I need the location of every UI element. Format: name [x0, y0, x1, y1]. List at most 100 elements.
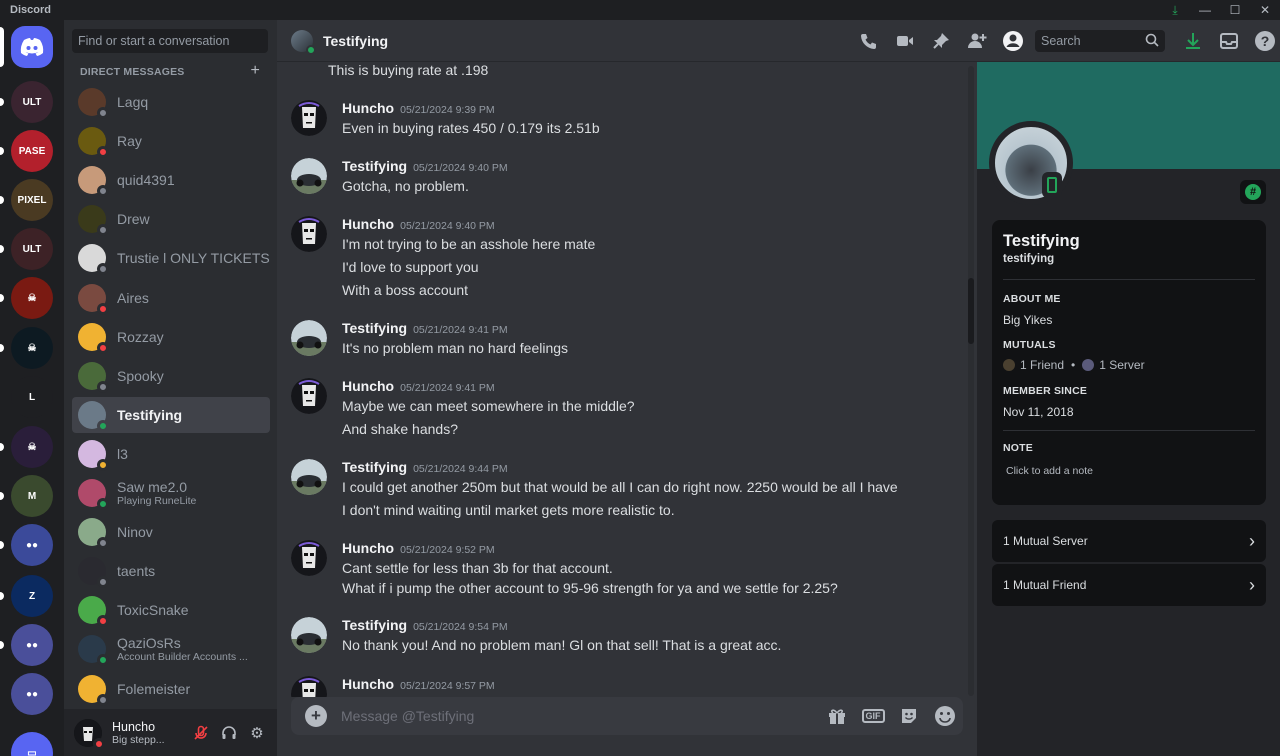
- avatar[interactable]: [291, 378, 327, 414]
- message-group: Huncho 05/21/2024 9:40 PM I'm not trying t…: [291, 216, 951, 298]
- server-icon[interactable]: L: [11, 376, 53, 418]
- dm-item[interactable]: Ray: [72, 123, 270, 159]
- server-icon[interactable]: ULT: [11, 81, 53, 123]
- server-icon[interactable]: ☠: [11, 426, 53, 468]
- pinned-messages-icon[interactable]: [923, 20, 959, 62]
- dm-item[interactable]: taents: [72, 553, 270, 589]
- upload-plus-icon[interactable]: +: [305, 705, 327, 727]
- create-dm-icon[interactable]: +: [250, 62, 260, 80]
- server-icon[interactable]: PASE: [11, 130, 53, 172]
- settings-gear-icon[interactable]: ⚙: [243, 719, 271, 747]
- server-icon[interactable]: M: [11, 475, 53, 517]
- dm-name: l3: [117, 445, 128, 462]
- avatar[interactable]: [291, 459, 327, 495]
- mute-mic-icon[interactable]: [187, 719, 215, 747]
- avatar[interactable]: [291, 320, 327, 356]
- server-icon[interactable]: PIXEL: [11, 179, 53, 221]
- minimize-icon[interactable]: —: [1190, 0, 1220, 20]
- download-apps-icon[interactable]: [1175, 20, 1211, 62]
- avatar[interactable]: [291, 676, 327, 697]
- avatar[interactable]: [291, 158, 327, 194]
- unread-indicator: [0, 541, 4, 549]
- message-author[interactable]: Huncho: [342, 540, 394, 556]
- server-icon[interactable]: ●●: [11, 524, 53, 566]
- server-icon[interactable]: ●●: [11, 624, 53, 666]
- server-icon-label: Z: [28, 590, 36, 602]
- dm-item[interactable]: Folemeister: [72, 671, 270, 707]
- message-input[interactable]: Message @Testifying: [341, 708, 819, 724]
- dm-item[interactable]: Trustie l ONLY TICKETS: [72, 240, 270, 276]
- mutual-servers-button[interactable]: 1 Mutual Server ›: [992, 520, 1266, 562]
- dm-item[interactable]: Rozzay: [72, 319, 270, 355]
- download-icon[interactable]: ⤓: [1160, 0, 1190, 20]
- dm-item[interactable]: Lagq: [72, 84, 270, 120]
- dm-search-input[interactable]: Find or start a conversation: [72, 29, 268, 53]
- avatar[interactable]: [74, 718, 105, 750]
- message-author[interactable]: Testifying: [342, 617, 407, 633]
- mutual-friends-count[interactable]: 1 Friend: [1020, 358, 1064, 372]
- message-author[interactable]: Huncho: [342, 100, 394, 116]
- sticker-icon[interactable]: [891, 697, 927, 735]
- mutual-friends-button[interactable]: 1 Mutual Friend ›: [992, 564, 1266, 606]
- dm-item[interactable]: Testifying: [72, 396, 270, 433]
- status-dot: [97, 537, 109, 550]
- message-text: What if i pump the other account to 95-9…: [342, 580, 838, 596]
- message-scrollbar[interactable]: [968, 66, 974, 696]
- add-friends-to-dm-icon[interactable]: [959, 20, 995, 62]
- message-author[interactable]: Testifying: [342, 320, 407, 336]
- server-icon-label: ULT: [22, 243, 42, 255]
- close-icon[interactable]: ✕: [1250, 0, 1280, 20]
- profile-badge[interactable]: #: [1240, 180, 1266, 204]
- emoji-icon[interactable]: [927, 697, 963, 735]
- message-text: I could get another 250m but that would …: [342, 479, 898, 495]
- unread-indicator: [0, 443, 4, 451]
- home-discord-icon[interactable]: [11, 26, 53, 68]
- server-icon[interactable]: ☠: [11, 327, 53, 369]
- avatar[interactable]: [291, 617, 327, 653]
- dm-name: Testifying: [117, 406, 183, 423]
- maximize-icon[interactable]: ☐: [1220, 0, 1250, 20]
- dm-item[interactable]: Aires: [72, 280, 270, 316]
- scrollbar-thumb[interactable]: [968, 278, 974, 344]
- server-icon-label: ●●: [25, 639, 39, 651]
- divider: [1003, 430, 1255, 431]
- dm-item[interactable]: QaziOsRs Account Builder Accounts ...: [72, 631, 270, 667]
- message-author[interactable]: Testifying: [342, 158, 407, 174]
- dm-sidebar: Find or start a conversation DIRECT MESS…: [64, 20, 277, 756]
- dm-item[interactable]: Saw me2.0 Playing RuneLite: [72, 475, 270, 511]
- video-call-icon[interactable]: [887, 20, 923, 62]
- server-icon[interactable]: Z: [11, 575, 53, 617]
- gif-icon[interactable]: GIF: [855, 697, 891, 735]
- message-author[interactable]: Huncho: [342, 378, 394, 394]
- user-custom-status: Big stepp...: [112, 733, 165, 746]
- inbox-icon[interactable]: [1211, 20, 1247, 62]
- user-profile-icon[interactable]: [995, 20, 1031, 62]
- dm-item[interactable]: ToxicSnake: [72, 592, 270, 628]
- dm-item[interactable]: Spooky: [72, 358, 270, 394]
- avatar: [78, 518, 109, 550]
- avatar[interactable]: [291, 216, 327, 252]
- voice-call-icon[interactable]: [851, 20, 887, 62]
- dm-item[interactable]: quid4391: [72, 162, 270, 198]
- search-input[interactable]: Search: [1035, 30, 1165, 52]
- avatar[interactable]: [291, 100, 327, 136]
- mutual-servers-count[interactable]: 1 Server: [1099, 358, 1144, 372]
- dm-item[interactable]: Ninov: [72, 514, 270, 550]
- message-author[interactable]: Huncho: [342, 216, 394, 232]
- avatar: [78, 596, 109, 628]
- message-author[interactable]: Huncho: [342, 676, 394, 692]
- dm-item[interactable]: Drew: [72, 201, 270, 237]
- server-icon[interactable]: ULT: [11, 228, 53, 270]
- server-icon[interactable]: ▭: [11, 732, 53, 756]
- avatar[interactable]: [291, 540, 327, 576]
- status-dot: [97, 498, 109, 510]
- dm-item[interactable]: l3: [72, 436, 270, 472]
- unread-indicator: [0, 147, 4, 155]
- note-input[interactable]: Click to add a note: [1006, 465, 1093, 477]
- gift-icon[interactable]: [819, 697, 855, 735]
- server-icon[interactable]: ●●: [11, 673, 53, 715]
- help-icon[interactable]: ?: [1247, 20, 1280, 62]
- headphones-icon[interactable]: [215, 719, 243, 747]
- message-author[interactable]: Testifying: [342, 459, 407, 475]
- server-icon[interactable]: ☠: [11, 277, 53, 319]
